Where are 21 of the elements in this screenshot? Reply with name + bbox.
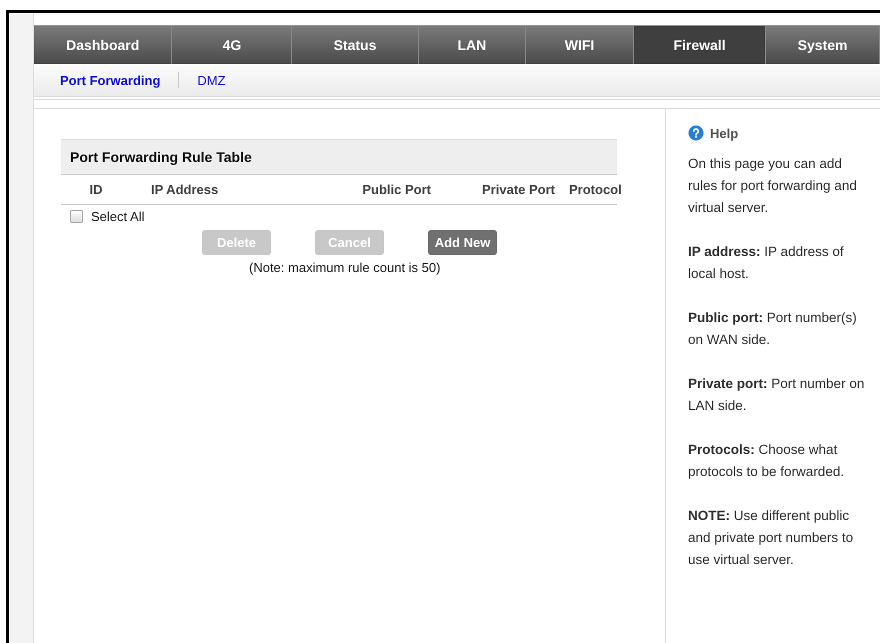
note-text: (Note: maximum rule count is 50) [249,260,442,275]
column-header: Public Port [361,182,431,197]
column-header: Protocol [568,182,622,197]
checkbox[interactable] [70,210,83,223]
action-button[interactable]: Add New [428,230,497,255]
help-title: Help [710,126,738,140]
column-header: ID [88,182,104,197]
help-paragraph: On this page you can add rules for port forwarding and virtual server. [688,155,858,217]
sub-tab[interactable]: Port Forwarding [60,72,160,88]
help-paragraph: Public port: Port number(s) on WAN side. [688,309,858,349]
help-paragraph: NOTE: Use different public and private port numbers to use virtual server. [688,507,854,569]
nav-tab[interactable]: Firewall [634,26,766,64]
column-header: IP Address [150,182,220,197]
help-icon [688,125,704,141]
help-paragraph: Protocols: Choose what protocols to be forwarded. [688,441,846,481]
checkbox-label: Select All [91,209,144,224]
help-paragraph: Private port: Port number on LAN side. [688,375,866,415]
sub-tab[interactable]: DMZ [197,72,226,88]
column-header: Private Port [481,182,555,197]
help-paragraph: IP address: IP address of local host. [688,243,845,283]
table-title: Port Forwarding Rule Table [61,139,617,175]
